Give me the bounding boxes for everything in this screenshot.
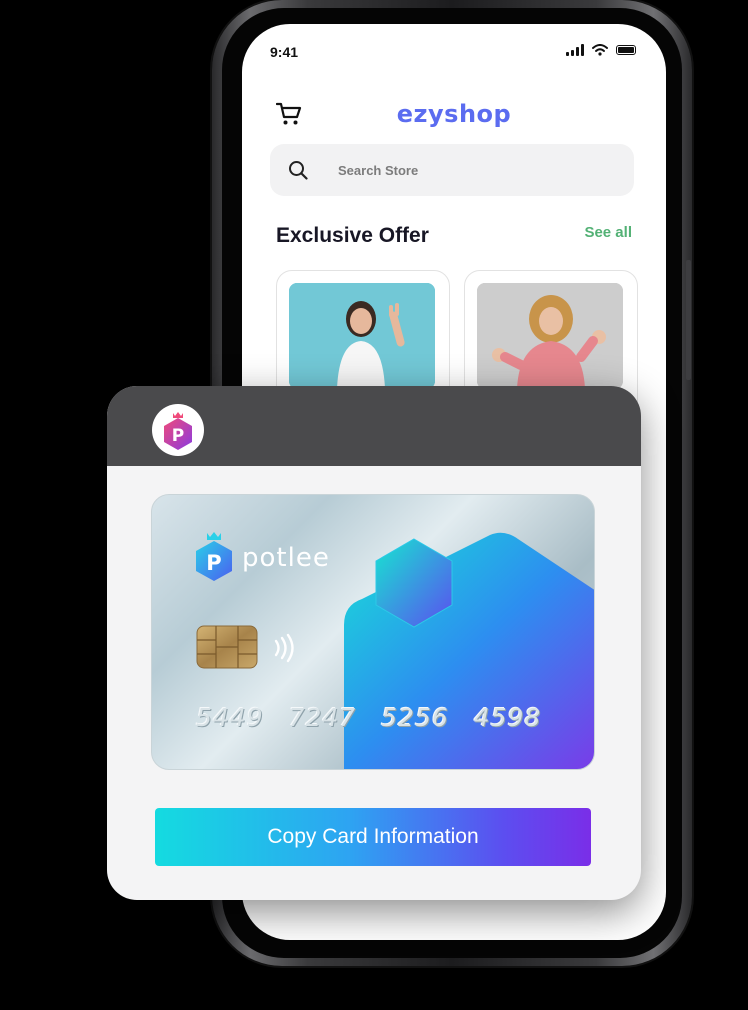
svg-text:P: P	[172, 426, 184, 446]
card-brand-name: potlee	[242, 543, 330, 573]
battery-icon	[616, 45, 636, 55]
brand-logo: ezyshop	[396, 100, 512, 128]
status-icons	[566, 44, 636, 56]
credit-card: P potlee 5449 7247 5256 4598	[151, 494, 595, 770]
emv-chip-icon	[196, 625, 258, 669]
search-bar[interactable]	[270, 144, 634, 196]
product-image	[477, 283, 623, 389]
wallet-panel: P P potlee 5449 7247 5256 4598 Copy Card…	[107, 386, 641, 900]
signal-icon	[566, 44, 584, 56]
copy-card-info-button[interactable]: Copy Card Information	[155, 808, 591, 866]
see-all-link[interactable]: See all	[584, 224, 632, 241]
svg-text:P: P	[206, 551, 221, 575]
contactless-icon	[274, 633, 294, 663]
status-time: 9:41	[270, 44, 299, 60]
woman-white-tshirt-photo	[289, 283, 435, 389]
card-number: 5449 7247 5256 4598	[196, 703, 542, 732]
panel-header: P	[107, 386, 641, 466]
section-title: Exclusive Offer	[276, 224, 429, 247]
search-icon	[289, 161, 308, 180]
phone-side-button	[686, 260, 691, 380]
woman-pink-hoodie-photo	[477, 283, 623, 389]
product-image	[289, 283, 435, 389]
wifi-icon	[592, 44, 608, 56]
search-input[interactable]	[338, 162, 578, 178]
potlee-logo-icon: P	[152, 404, 204, 456]
card-logo-icon: P	[196, 532, 232, 581]
